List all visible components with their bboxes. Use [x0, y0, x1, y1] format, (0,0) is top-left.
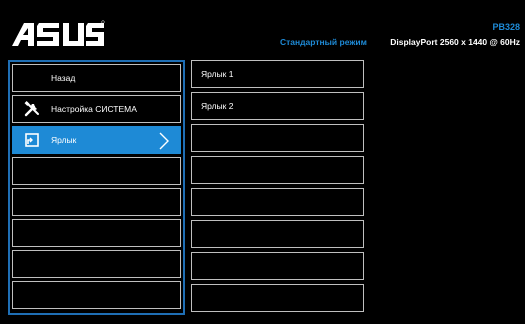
menu-item-back[interactable]: Назад — [12, 64, 181, 92]
submenu-item-empty — [191, 284, 364, 312]
menu-item-empty — [12, 157, 181, 185]
menu-item-system-setup[interactable]: Настройка СИСТЕМА — [12, 95, 181, 123]
asus-logo — [12, 20, 105, 46]
submenu-item-label: Ярлык 2 — [201, 101, 234, 111]
menu-item-empty — [12, 250, 181, 278]
menu-item-label: Настройка СИСТЕМА — [51, 104, 137, 114]
submenu-item-empty — [191, 220, 364, 248]
submenu-item-empty — [191, 188, 364, 216]
submenu-item-empty — [191, 124, 364, 152]
model-label: PB328 — [492, 22, 520, 32]
submenu-item-empty — [191, 252, 364, 280]
menu-item-empty — [12, 188, 181, 216]
submenu-item-shortcut-1[interactable]: Ярлык 1 — [191, 60, 364, 88]
submenu-panel: Ярлык 1 Ярлык 2 — [191, 60, 364, 315]
menu-item-label: Назад — [51, 73, 76, 83]
submenu-item-label: Ярлык 1 — [201, 69, 234, 79]
color-mode-label: Стандартный режим — [280, 37, 367, 47]
main-menu-panel: Назад Настройка СИСТЕМА Ярлык — [8, 60, 185, 315]
menu-item-empty — [12, 219, 181, 247]
submenu-item-shortcut-2[interactable]: Ярлык 2 — [191, 92, 364, 120]
wrench-screwdriver-icon — [24, 101, 39, 117]
menu-item-empty — [12, 281, 181, 309]
menu-item-shortcut[interactable]: Ярлык — [12, 126, 181, 154]
shortcut-icon — [25, 133, 39, 147]
submenu-item-empty — [191, 156, 364, 184]
menu-item-label: Ярлык — [51, 135, 77, 145]
signal-info-label: DisplayPort 2560 x 1440 @ 60Hz — [390, 37, 520, 47]
chevron-right-icon — [159, 132, 169, 150]
